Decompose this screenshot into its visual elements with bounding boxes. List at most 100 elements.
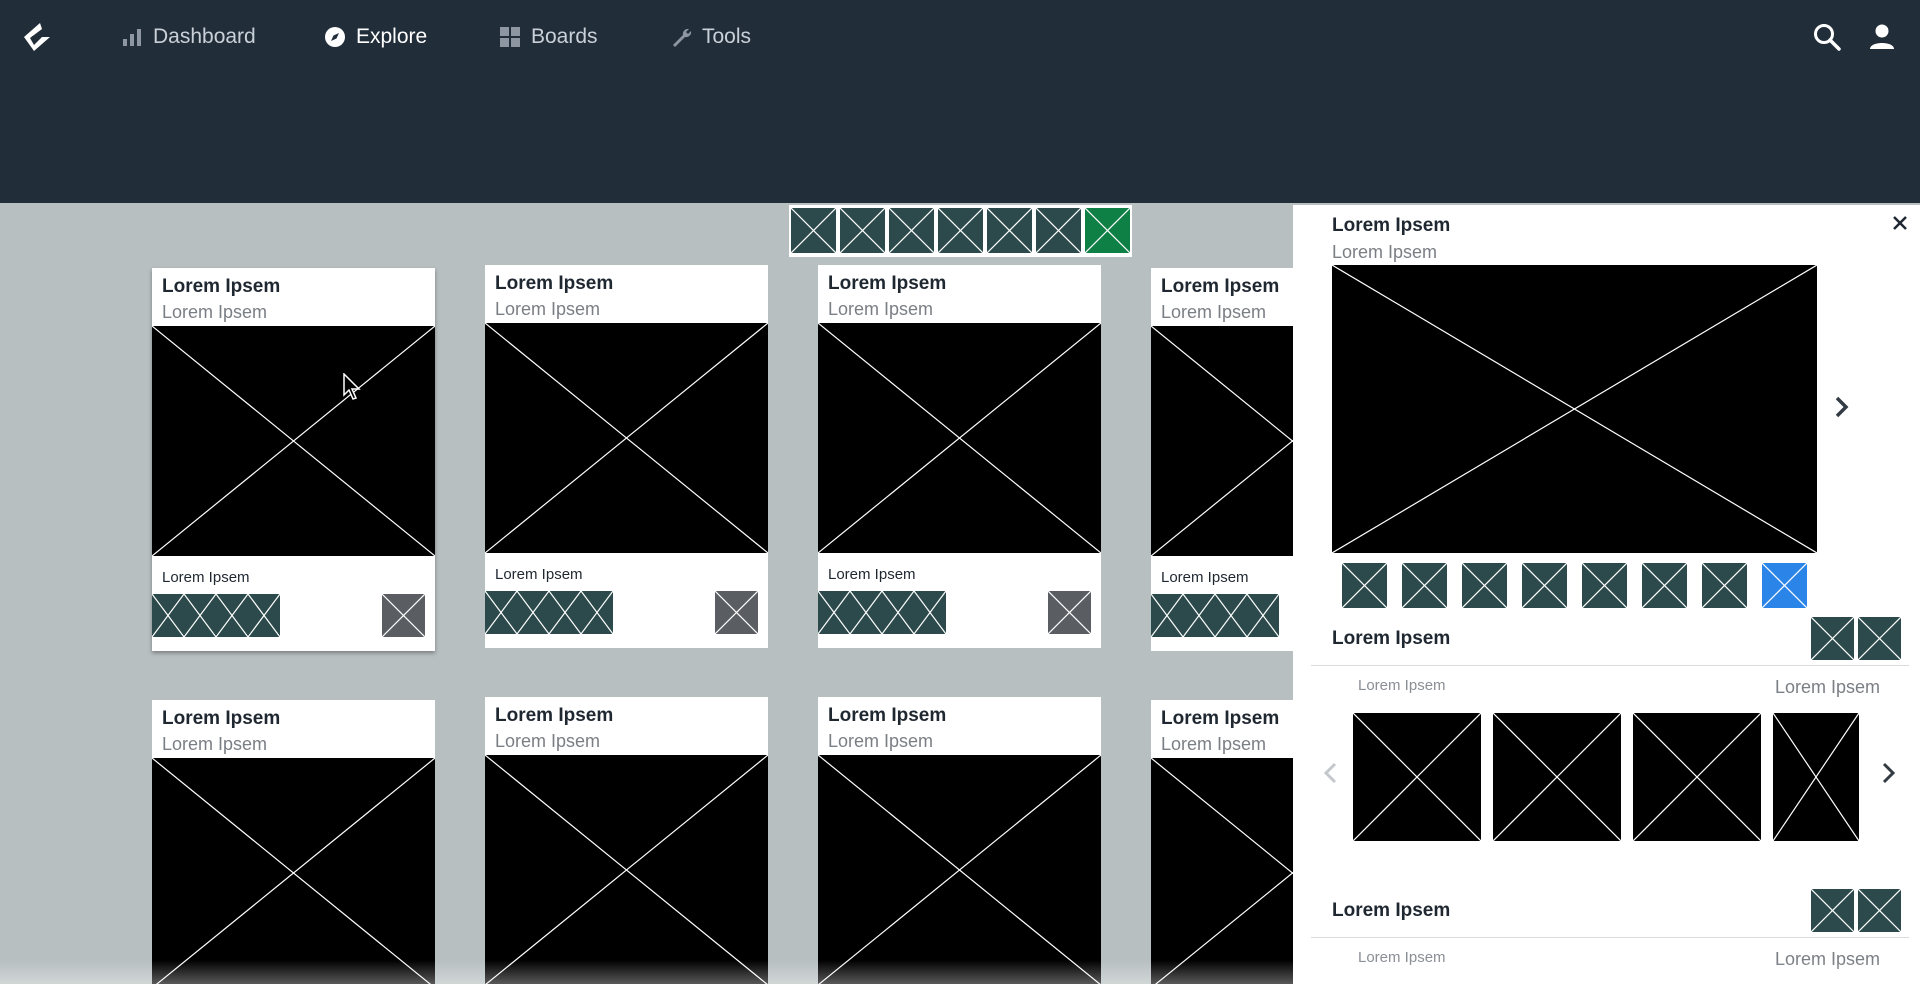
card-tag-thumbnail[interactable] (882, 591, 914, 634)
chevron-left-icon[interactable] (1320, 758, 1342, 788)
panel-thumbnail[interactable] (1402, 563, 1447, 608)
top-navigation-bar: Dashboard Explore Boards Tools (0, 0, 1920, 203)
wrench-icon (673, 28, 692, 47)
section-action-thumbnail[interactable] (1858, 889, 1901, 932)
card-tag-thumbnail[interactable] (1247, 594, 1279, 637)
card-tag-thumbnail[interactable] (1215, 594, 1247, 637)
panel-section-title: Lorem Ipsem (1332, 900, 1451, 921)
card-tag-group[interactable] (152, 594, 280, 637)
panel-thumbnail[interactable] (1642, 563, 1687, 608)
panel-title: Lorem Ipsem (1332, 215, 1451, 236)
chevron-right-icon[interactable] (1877, 758, 1899, 788)
panel-thumbnail[interactable] (1342, 563, 1387, 608)
section-action-thumbnail[interactable] (1811, 889, 1854, 932)
panel-thumbnail[interactable] (1582, 563, 1627, 608)
nav-explore[interactable]: Explore (324, 22, 427, 52)
card-footer: Lorem Ipsem (485, 553, 768, 648)
card-header: Lorem Ipsem Lorem Ipsem (818, 697, 1101, 755)
panel-main-image[interactable] (1332, 265, 1817, 553)
card-subtitle: Lorem Ipsem (162, 734, 268, 754)
search-icon[interactable] (1812, 22, 1842, 52)
section-action-thumbnail[interactable] (1858, 617, 1901, 660)
user-profile-icon[interactable] (1867, 22, 1897, 52)
card-title: Lorem Ipsem (495, 273, 614, 294)
explore-card[interactable]: Lorem Ipsem Lorem Ipsem Lorem Ipsem (818, 265, 1101, 648)
card-subtitle: Lorem Ipsem (495, 299, 601, 319)
card-subtitle: Lorem Ipsem (828, 731, 934, 751)
explore-card[interactable]: Lorem Ipsem Lorem Ipsem (152, 700, 435, 984)
card-title: Lorem Ipsem (495, 705, 614, 726)
card-image-placeholder[interactable] (152, 758, 435, 984)
card-title: Lorem Ipsem (828, 273, 947, 294)
card-tag-thumbnail[interactable] (1183, 594, 1215, 637)
explore-card[interactable]: Lorem Ipsem Lorem Ipsem Lorem Ipsem (152, 268, 435, 651)
card-image-placeholder[interactable] (818, 323, 1101, 553)
explore-card[interactable]: Lorem Ipsem Lorem Ipsem (818, 697, 1101, 984)
card-tag-thumbnail[interactable] (152, 594, 184, 637)
panel-section-title: Lorem Ipsem (1332, 628, 1451, 649)
card-image-placeholder[interactable] (152, 326, 435, 556)
close-icon[interactable] (1890, 213, 1910, 233)
section-action-thumbnail[interactable] (1811, 617, 1854, 660)
carousel-image[interactable] (1773, 713, 1859, 841)
explore-card[interactable]: Lorem Ipsem Lorem Ipsem (485, 697, 768, 984)
card-header: Lorem Ipsem Lorem Ipsem (485, 697, 768, 755)
strip-thumbnail[interactable] (987, 208, 1032, 253)
card-tag-thumbnail[interactable] (581, 591, 613, 634)
panel-thumbnail-selected[interactable] (1762, 563, 1807, 608)
card-tag-group[interactable] (485, 591, 613, 634)
card-image-placeholder[interactable] (485, 755, 768, 984)
card-header: Lorem Ipsem Lorem Ipsem (152, 700, 435, 758)
card-footer-label: Lorem Ipsem (828, 566, 916, 583)
nav-tools[interactable]: Tools (670, 22, 751, 52)
nav-explore-label: Explore (356, 25, 428, 48)
strip-thumbnail[interactable] (889, 208, 934, 253)
thumbnail-strip (789, 205, 1132, 257)
card-tag-group[interactable] (818, 591, 946, 634)
card-tag-thumbnail[interactable] (517, 591, 549, 634)
strip-thumbnail[interactable] (1036, 208, 1081, 253)
card-tag-thumbnail[interactable] (549, 591, 581, 634)
card-action-thumbnail[interactable] (382, 594, 425, 637)
card-title: Lorem Ipsem (162, 708, 281, 729)
section-divider (1311, 665, 1909, 666)
carousel-image[interactable] (1633, 713, 1761, 841)
card-tag-thumbnail[interactable] (850, 591, 882, 634)
card-header: Lorem Ipsem Lorem Ipsem (818, 265, 1101, 323)
detail-panel: Lorem Ipsem Lorem Ipsem Lorem Ipsem Lore… (1293, 205, 1920, 984)
bar-chart-icon (123, 29, 141, 46)
card-tag-thumbnail[interactable] (216, 594, 248, 637)
card-tag-thumbnail[interactable] (818, 591, 850, 634)
card-title: Lorem Ipsem (828, 705, 947, 726)
strip-thumbnail[interactable] (791, 208, 836, 253)
panel-thumbnail[interactable] (1462, 563, 1507, 608)
carousel-image[interactable] (1493, 713, 1621, 841)
nav-tools-label: Tools (702, 25, 752, 48)
panel-thumbnail[interactable] (1522, 563, 1567, 608)
card-tag-thumbnail[interactable] (914, 591, 946, 634)
explore-card[interactable]: Lorem Ipsem Lorem Ipsem Lorem Ipsem (485, 265, 768, 648)
carousel-image[interactable] (1353, 713, 1481, 841)
card-tag-thumbnail[interactable] (1151, 594, 1183, 637)
section-action-group (1811, 889, 1901, 932)
card-action-thumbnail[interactable] (715, 591, 758, 634)
strip-thumbnail[interactable] (840, 208, 885, 253)
card-tag-group[interactable] (1151, 594, 1279, 637)
card-subtitle: Lorem Ipsem (162, 302, 268, 322)
strip-thumbnail-selected[interactable] (1085, 208, 1130, 253)
card-image-placeholder[interactable] (818, 755, 1101, 984)
card-action-thumbnail[interactable] (1048, 591, 1091, 634)
nav-dashboard[interactable]: Dashboard (121, 22, 256, 52)
card-tag-thumbnail[interactable] (485, 591, 517, 634)
nav-boards[interactable]: Boards (499, 22, 598, 52)
card-tag-thumbnail[interactable] (248, 594, 280, 637)
app-logo-icon[interactable] (20, 20, 54, 54)
nav-boards-label: Boards (531, 25, 598, 48)
strip-thumbnail[interactable] (938, 208, 983, 253)
card-tag-thumbnail[interactable] (184, 594, 216, 637)
panel-thumbnail[interactable] (1702, 563, 1747, 608)
card-footer-label: Lorem Ipsem (162, 569, 250, 586)
mouse-pointer-icon (343, 373, 361, 400)
chevron-right-icon[interactable] (1830, 392, 1854, 422)
card-image-placeholder[interactable] (485, 323, 768, 553)
